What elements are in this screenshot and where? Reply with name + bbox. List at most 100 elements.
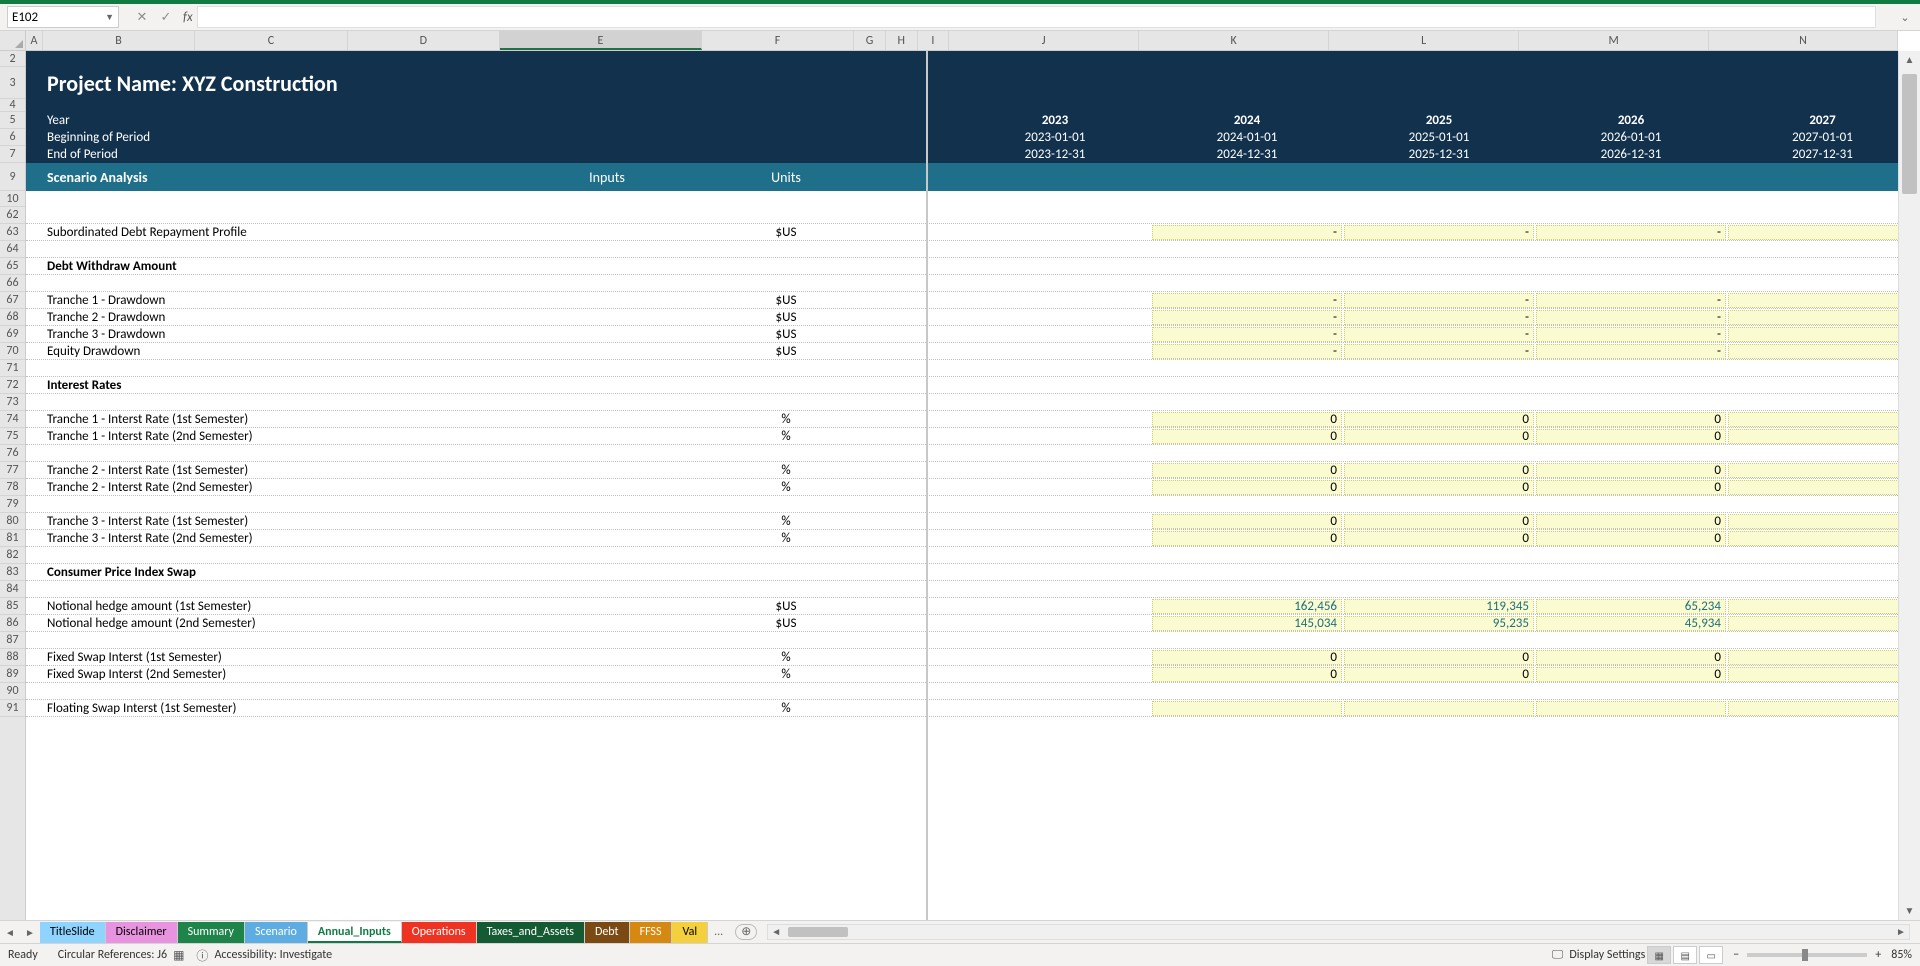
cell-M68[interactable]: -	[1536, 310, 1726, 325]
cell-K74[interactable]: 0	[1152, 412, 1342, 427]
sheet-tab-taxes_and_assets[interactable]: Taxes_and_Assets	[477, 922, 585, 943]
cell-L81[interactable]: 0	[1344, 531, 1534, 546]
cell-N67[interactable]	[1728, 293, 1898, 308]
column-headers[interactable]: ABCDEFGHIJKLMN	[26, 31, 1898, 51]
cell-K80[interactable]: 0	[1152, 514, 1342, 529]
zoom-out-button[interactable]: −	[1733, 948, 1739, 962]
sheet-tab-operations[interactable]: Operations	[402, 922, 477, 943]
scroll-up-icon[interactable]: ▲	[1899, 51, 1920, 69]
cell-L89[interactable]: 0	[1344, 667, 1534, 682]
row-header-84[interactable]: 84	[0, 581, 25, 598]
row-header-69[interactable]: 69	[0, 326, 25, 343]
sheet-tab-summary[interactable]: Summary	[178, 922, 245, 943]
zoom-level[interactable]: 85%	[1891, 948, 1912, 962]
row-header-90[interactable]: 90	[0, 683, 25, 700]
cell-M75[interactable]: 0	[1536, 429, 1726, 444]
cell-M81[interactable]: 0	[1536, 531, 1726, 546]
status-accessibility[interactable]: Accessibility: Investigate	[214, 948, 332, 962]
sheet-tab-debt[interactable]: Debt	[585, 922, 630, 943]
sheet-tab-annual_inputs[interactable]: Annual_Inputs	[308, 922, 402, 943]
zoom-knob[interactable]	[1802, 949, 1808, 961]
cell-N74[interactable]	[1728, 412, 1898, 427]
cell-K91[interactable]	[1152, 701, 1342, 716]
row-header-9[interactable]: 9	[0, 163, 25, 191]
cell-N75[interactable]	[1728, 429, 1898, 444]
tabs-more[interactable]: ...	[708, 925, 729, 939]
cell-N78[interactable]	[1728, 480, 1898, 495]
col-header-G[interactable]: G	[854, 31, 886, 50]
row-header-76[interactable]: 76	[0, 445, 25, 462]
cell-M91[interactable]	[1536, 701, 1726, 716]
cell-M78[interactable]: 0	[1536, 480, 1726, 495]
hscroll-left-icon[interactable]: ◄	[768, 925, 784, 939]
row-header-91[interactable]: 91	[0, 700, 25, 717]
row-header-89[interactable]: 89	[0, 666, 25, 683]
cell-N70[interactable]	[1728, 344, 1898, 359]
cell-K78[interactable]: 0	[1152, 480, 1342, 495]
cell-N88[interactable]	[1728, 650, 1898, 665]
row-header-63[interactable]: 63	[0, 224, 25, 241]
cell-L74[interactable]: 0	[1344, 412, 1534, 427]
tab-nav-prev-icon[interactable]: ◄	[0, 926, 20, 939]
cell-K77[interactable]: 0	[1152, 463, 1342, 478]
row-header-70[interactable]: 70	[0, 343, 25, 360]
cell-M88[interactable]: 0	[1536, 650, 1726, 665]
cell-M86[interactable]: 45,934	[1536, 616, 1726, 631]
cell-L68[interactable]: -	[1344, 310, 1534, 325]
grid[interactable]: Project Name: XYZ ConstructionYearBeginn…	[26, 51, 1898, 920]
row-header-5[interactable]: 5	[0, 112, 25, 129]
col-header-B[interactable]: B	[43, 31, 195, 50]
row-header-80[interactable]: 80	[0, 513, 25, 530]
view-page-break-button[interactable]: ▭	[1699, 946, 1723, 964]
cell-L80[interactable]: 0	[1344, 514, 1534, 529]
cell-M89[interactable]: 0	[1536, 667, 1726, 682]
cell-K89[interactable]: 0	[1152, 667, 1342, 682]
view-normal-button[interactable]: ▦	[1647, 946, 1671, 964]
hscroll-thumb[interactable]	[788, 927, 848, 937]
cell-L63[interactable]: -	[1344, 225, 1534, 240]
row-header-83[interactable]: 83	[0, 564, 25, 581]
hscroll-right-icon[interactable]: ►	[1893, 925, 1909, 939]
cell-M74[interactable]: 0	[1536, 412, 1726, 427]
cell-N63[interactable]	[1728, 225, 1898, 240]
row-header-10[interactable]: 10	[0, 191, 25, 207]
row-header-68[interactable]: 68	[0, 309, 25, 326]
col-header-N[interactable]: N	[1709, 31, 1898, 50]
sheet-tab-titleslide[interactable]: TitleSlide	[40, 922, 106, 943]
cell-K68[interactable]: -	[1152, 310, 1342, 325]
formula-accept-icon[interactable]: ✓	[157, 10, 175, 25]
row-header-65[interactable]: 65	[0, 258, 25, 275]
row-header-78[interactable]: 78	[0, 479, 25, 496]
cell-M67[interactable]: -	[1536, 293, 1726, 308]
cell-L91[interactable]	[1344, 701, 1534, 716]
row-header-85[interactable]: 85	[0, 598, 25, 615]
row-header-77[interactable]: 77	[0, 462, 25, 479]
cell-L78[interactable]: 0	[1344, 480, 1534, 495]
col-header-I[interactable]: I	[918, 31, 950, 50]
cell-N85[interactable]	[1728, 599, 1898, 614]
vscroll-track[interactable]	[1899, 69, 1920, 902]
row-header-86[interactable]: 86	[0, 615, 25, 632]
display-settings-label[interactable]: Display Settings	[1569, 948, 1645, 962]
cell-L75[interactable]: 0	[1344, 429, 1534, 444]
cell-K67[interactable]: -	[1152, 293, 1342, 308]
cell-K69[interactable]: -	[1152, 327, 1342, 342]
row-header-62[interactable]: 62	[0, 207, 25, 224]
name-box[interactable]: E102 ▼	[7, 6, 119, 28]
row-header-73[interactable]: 73	[0, 394, 25, 411]
view-page-layout-button[interactable]: ▤	[1673, 946, 1697, 964]
cell-N89[interactable]	[1728, 667, 1898, 682]
cell-M80[interactable]: 0	[1536, 514, 1726, 529]
select-all-corner[interactable]	[0, 31, 26, 51]
scroll-down-icon[interactable]: ▼	[1899, 902, 1920, 920]
formula-cancel-icon[interactable]: ✕	[133, 10, 151, 25]
row-header-66[interactable]: 66	[0, 275, 25, 292]
formula-input[interactable]	[197, 6, 1876, 28]
cell-N80[interactable]	[1728, 514, 1898, 529]
formula-expand-icon[interactable]: ⌄	[1896, 11, 1914, 24]
cell-N77[interactable]	[1728, 463, 1898, 478]
row-header-82[interactable]: 82	[0, 547, 25, 564]
macro-record-icon[interactable]: ▦	[173, 948, 184, 963]
display-settings-icon[interactable]: 🖵	[1552, 948, 1564, 962]
cell-L88[interactable]: 0	[1344, 650, 1534, 665]
